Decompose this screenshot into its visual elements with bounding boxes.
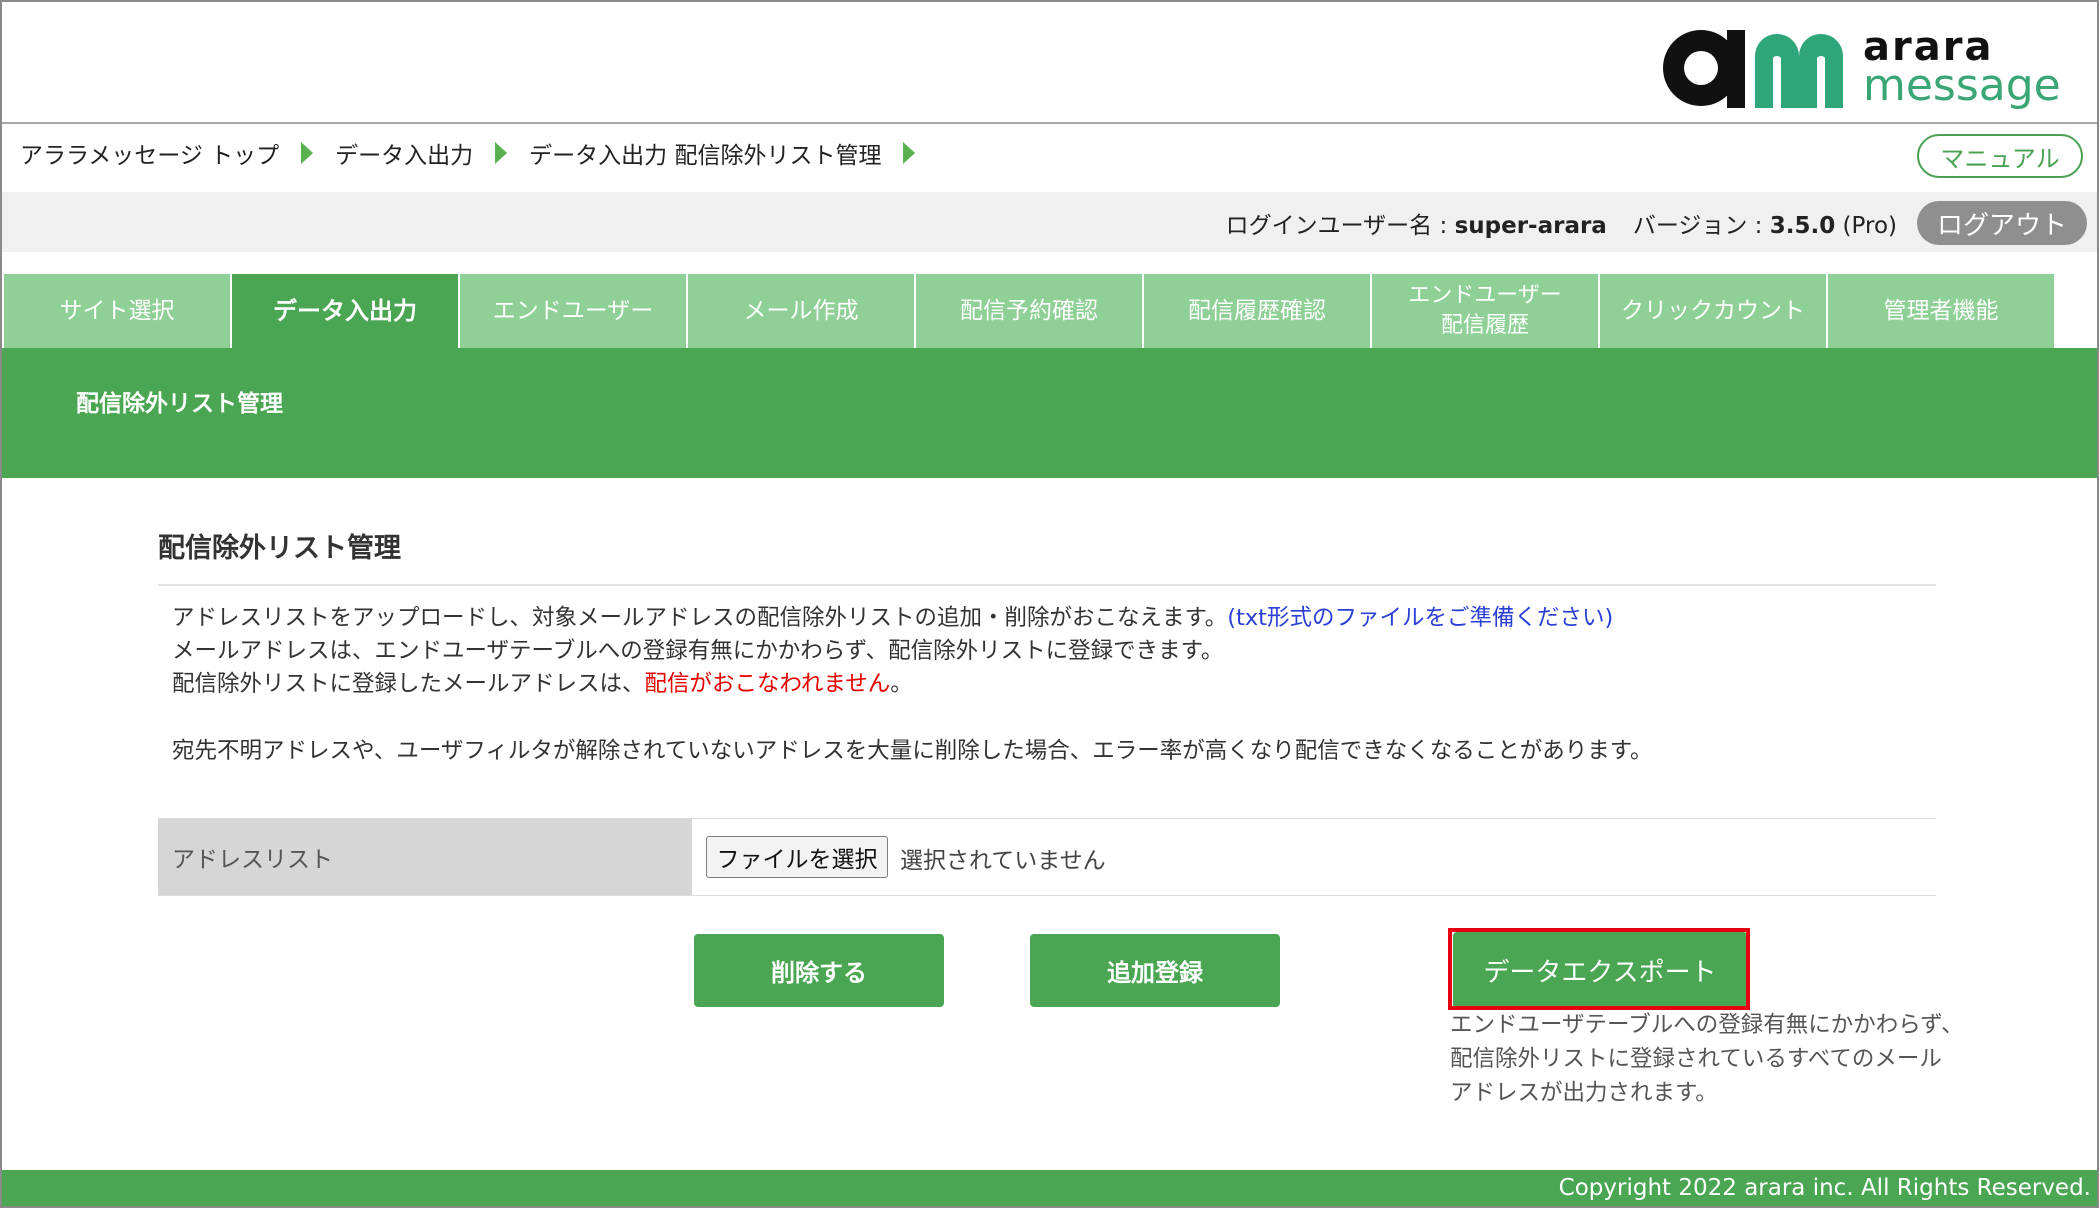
logo-text-message: message [1863, 60, 2061, 111]
export-note-line-2: 配信除外リストに登録されているすべてのメール [1450, 1046, 1942, 1072]
arara-message-logo[interactable]: arara message [1657, 16, 2061, 112]
breadcrumb-arrow-icon [301, 142, 314, 164]
version-label: バージョン : [1632, 213, 1770, 239]
page-title: 配信除外リスト管理 [158, 533, 401, 564]
description-line-1: アドレスリストをアップロードし、対象メールアドレスの配信除外リストの追加・削除が… [172, 602, 1653, 635]
delete-button[interactable]: 削除する [694, 934, 944, 1007]
logo-mark-icon [1663, 30, 1843, 108]
sub-header-title: 配信除外リスト管理 [76, 391, 283, 417]
tab-click-count[interactable]: クリックカウント [1600, 274, 1826, 348]
copyright-text: Copyright 2022 arara inc. All Rights Res… [1558, 1175, 2091, 1201]
tab-end-user[interactable]: エンドユーザー [460, 274, 686, 348]
tab-mail-create[interactable]: メール作成 [688, 274, 914, 348]
breadcrumb: アララメッセージ トップ データ入出力 データ入出力 配信除外リスト管理 [20, 136, 937, 170]
user-info: ログインユーザー名 : super-arara バージョン : 3.5.0 (Pr… [1226, 206, 1897, 240]
description-line-3: 配信除外リストに登録したメールアドレスは、配信がおこなわれません。 [172, 668, 1653, 701]
tab-end-user-delivery-history-line2: 配信履歴 [1440, 313, 1529, 338]
breadcrumb-arrow-icon [903, 142, 916, 164]
export-note-line-3: アドレスが出力されます。 [1450, 1080, 1718, 1106]
tab-end-user-delivery-history[interactable]: エンドユーザー 配信履歴 [1372, 274, 1598, 348]
address-list-label: アドレスリスト [158, 819, 692, 895]
tab-delivery-reservation[interactable]: 配信予約確認 [916, 274, 1142, 348]
description-text: 。 [890, 671, 913, 697]
export-note: エンドユーザテーブルへの登録有無にかかわらず、 配信除外リストに登録されているす… [1450, 1008, 1964, 1110]
tab-end-user-delivery-history-line1: エンドユーザー [1408, 283, 1562, 308]
login-user-label: ログインユーザー名 : [1225, 213, 1455, 239]
file-format-note: (txt形式のファイルをご準備ください) [1227, 605, 1614, 631]
description-line-4: 宛先不明アドレスや、ユーザフィルタが解除されていないアドレスを大量に削除した場合… [172, 738, 1653, 764]
file-status-text: 選択されていません [900, 848, 1106, 874]
header-divider [2, 122, 2097, 124]
login-username: super-arara [1454, 213, 1607, 239]
add-register-button[interactable]: 追加登録 [1030, 934, 1280, 1007]
manual-button[interactable]: マニュアル [1917, 134, 2083, 178]
logout-button[interactable]: ログアウト [1917, 201, 2087, 245]
tab-delivery-history[interactable]: 配信履歴確認 [1144, 274, 1370, 348]
version-number: 3.5.0 [1769, 213, 1836, 239]
sub-header-band: 配信除外リスト管理 [2, 348, 2097, 478]
breadcrumb-data-io[interactable]: データ入出力 [335, 136, 473, 170]
description-line-2: メールアドレスは、エンドユーザテーブルへの登録有無にかかわらず、配信除外リストに… [172, 638, 1224, 664]
choose-file-button[interactable]: ファイルを選択 [706, 836, 888, 878]
breadcrumb-top[interactable]: アララメッセージ トップ [20, 136, 279, 170]
title-divider [158, 584, 1936, 586]
tab-site-select[interactable]: サイト選択 [4, 274, 230, 348]
description-text: 配信除外リストに登録したメールアドレスは、 [172, 671, 645, 697]
tab-data-io[interactable]: データ入出力 [232, 274, 458, 348]
no-delivery-warning: 配信がおこなわれません [644, 671, 891, 697]
export-note-line-1: エンドユーザテーブルへの登録有無にかかわらず、 [1450, 1012, 1964, 1038]
description: アドレスリストをアップロードし、対象メールアドレスの配信除外リストの追加・削除が… [172, 602, 1653, 768]
version-edition: (Pro) [1835, 213, 1897, 239]
address-list-row: アドレスリスト ファイルを選択 選択されていません [158, 818, 1936, 896]
app-window: arara message アララメッセージ トップ データ入出力 データ入出力… [0, 0, 2099, 1208]
footer: Copyright 2022 arara inc. All Rights Res… [2, 1170, 2097, 1206]
user-bar: ログインユーザー名 : super-arara バージョン : 3.5.0 (Pr… [2, 192, 2097, 252]
breadcrumb-current[interactable]: データ入出力 配信除外リスト管理 [529, 136, 881, 170]
data-export-button[interactable]: データエクスポート [1453, 932, 1747, 1009]
description-text: アドレスリストをアップロードし、対象メールアドレスの配信除外リストの追加・削除が… [172, 605, 1228, 631]
breadcrumb-arrow-icon [495, 142, 508, 164]
tab-admin[interactable]: 管理者機能 [1828, 274, 2054, 348]
main-nav-tabs: サイト選択 データ入出力 エンドユーザー メール作成 配信予約確認 配信履歴確認… [4, 274, 2056, 348]
